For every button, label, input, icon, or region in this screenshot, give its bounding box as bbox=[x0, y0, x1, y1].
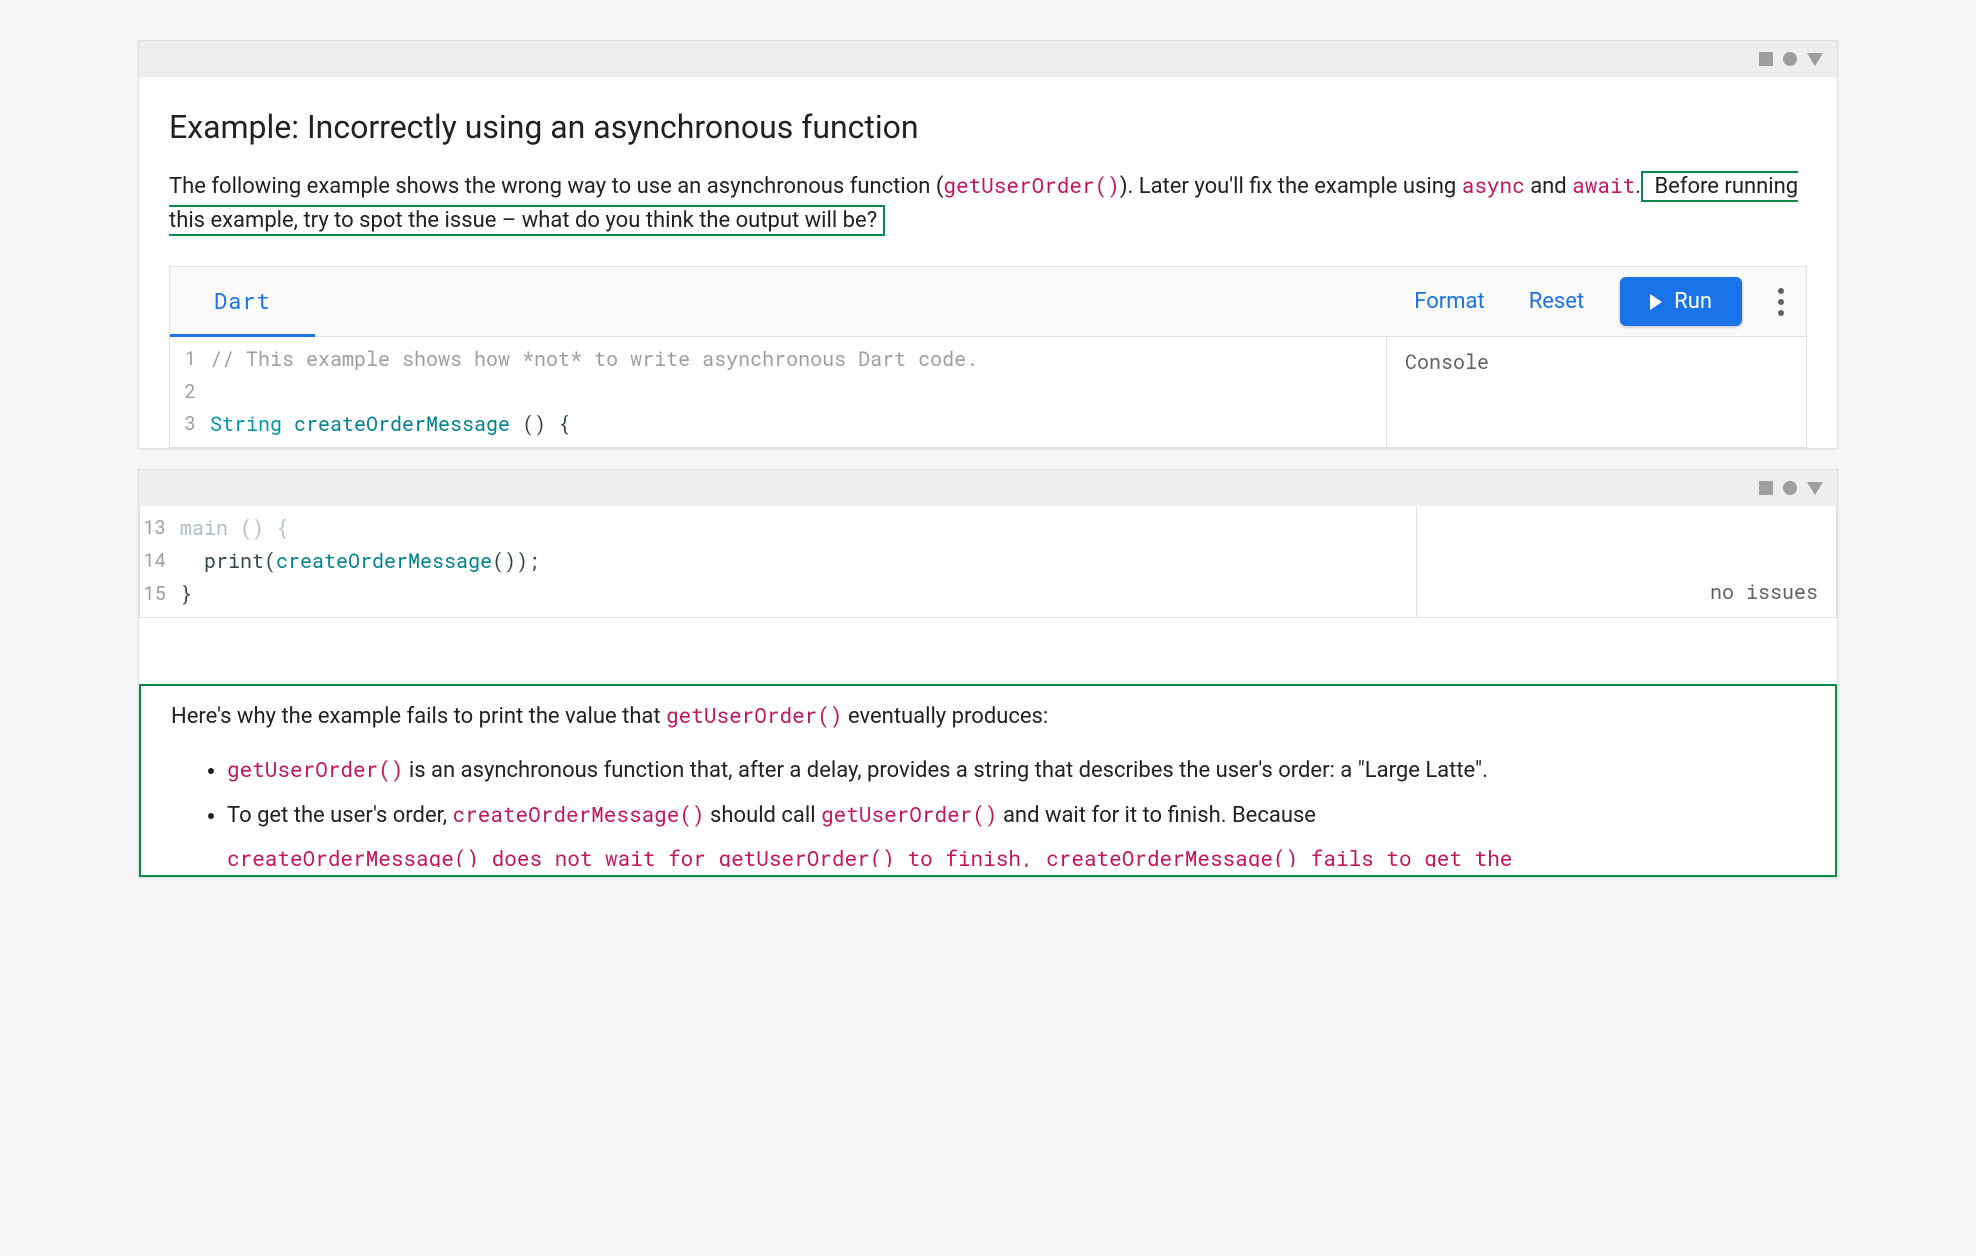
bullet-text: should call bbox=[705, 803, 821, 828]
dartpad-embed: Dart Format Reset Run 1// This example s… bbox=[169, 266, 1807, 448]
dartpad-split: 1// This example shows how *not* to writ… bbox=[170, 337, 1806, 447]
line-number: 14 bbox=[140, 545, 180, 578]
dot-icon bbox=[1778, 310, 1784, 316]
dartpad-embed: 13main () {14 print(createOrderMessage()… bbox=[139, 506, 1837, 618]
explain-text: eventually produces: bbox=[843, 704, 1049, 729]
code-content: print(createOrderMessage()); bbox=[180, 545, 540, 578]
panel-body: Example: Incorrectly using an asynchrono… bbox=[139, 77, 1837, 448]
dartpad-toolbar: Dart Format Reset Run bbox=[170, 267, 1806, 337]
section-heading: Example: Incorrectly using an asynchrono… bbox=[169, 103, 1807, 151]
issues-pane: no issues bbox=[1416, 506, 1836, 617]
intro-text: ). Later you'll fix the example using bbox=[1120, 174, 1462, 199]
run-button[interactable]: Run bbox=[1620, 277, 1742, 326]
line-number: 3 bbox=[170, 408, 210, 441]
no-issues-label: no issues bbox=[1710, 577, 1818, 607]
panel-chrome bbox=[139, 470, 1837, 506]
line-number: 1 bbox=[170, 343, 210, 376]
explain-lead: Here's why the example fails to print th… bbox=[171, 700, 1805, 733]
dropdown-icon bbox=[1807, 482, 1823, 495]
explain-text: Here's why the example fails to print th… bbox=[171, 704, 666, 729]
dot-icon bbox=[1778, 299, 1784, 305]
code-editor[interactable]: 13main () {14 print(createOrderMessage()… bbox=[140, 506, 1416, 617]
console-label: Console bbox=[1405, 349, 1489, 375]
explanation-box: Here's why the example fails to print th… bbox=[139, 684, 1837, 877]
dropdown-icon bbox=[1807, 53, 1823, 66]
dot-icon bbox=[1778, 288, 1784, 294]
line-number: 13 bbox=[140, 512, 180, 545]
stop-icon bbox=[1759, 481, 1773, 495]
stop-icon bbox=[1759, 52, 1773, 66]
run-label: Run bbox=[1674, 289, 1712, 314]
line-number: 15 bbox=[140, 578, 180, 611]
code-getuserorder: getUserOrder() bbox=[227, 755, 403, 783]
code-async: async bbox=[1462, 171, 1525, 199]
line-number: 2 bbox=[170, 376, 210, 407]
code-line: 14 print(createOrderMessage()); bbox=[140, 545, 1416, 578]
code-line: 3String createOrderMessage () { bbox=[170, 408, 1386, 441]
code-line: 1// This example shows how *not* to writ… bbox=[170, 343, 1386, 376]
play-icon bbox=[1650, 294, 1662, 310]
code-editor[interactable]: 1// This example shows how *not* to writ… bbox=[170, 337, 1386, 447]
code-content: String createOrderMessage () { bbox=[210, 408, 570, 441]
code-getuserorder: getUserOrder() bbox=[943, 171, 1119, 199]
record-icon bbox=[1783, 52, 1797, 66]
bullet-text: is an asynchronous function that, after … bbox=[403, 758, 1487, 783]
tab-dart[interactable]: Dart bbox=[170, 268, 315, 337]
reset-button[interactable]: Reset bbox=[1529, 285, 1584, 318]
list-item: To get the user's order, createOrderMess… bbox=[227, 798, 1805, 833]
dartpad-split: 13main () {14 print(createOrderMessage()… bbox=[140, 506, 1836, 617]
intro-text: and bbox=[1525, 174, 1572, 199]
console-pane: Console bbox=[1386, 337, 1806, 447]
record-icon bbox=[1783, 481, 1797, 495]
code-getuserorder: getUserOrder() bbox=[821, 800, 997, 828]
code-content: // This example shows how *not* to write… bbox=[210, 343, 978, 376]
panel-chrome bbox=[139, 41, 1837, 77]
panel-top: Example: Incorrectly using an asynchrono… bbox=[138, 40, 1838, 449]
intro-paragraph: The following example shows the wrong wa… bbox=[169, 169, 1807, 238]
panel-bottom: 13main () {14 print(createOrderMessage()… bbox=[138, 469, 1838, 878]
code-await: await bbox=[1572, 171, 1635, 199]
code-createordermessage: createOrderMessage() bbox=[453, 800, 705, 828]
cutoff-text: createOrderMessage() does not wait for g… bbox=[171, 843, 1805, 867]
list-item: getUserOrder() is an asynchronous functi… bbox=[227, 753, 1805, 788]
intro-text: The following example shows the wrong wa… bbox=[169, 174, 943, 199]
explain-list: getUserOrder() is an asynchronous functi… bbox=[171, 753, 1805, 833]
code-content: } bbox=[180, 578, 192, 611]
code-line: 15} bbox=[140, 578, 1416, 611]
code-line: 13main () { bbox=[140, 512, 1416, 545]
code-content: main () { bbox=[180, 512, 288, 545]
code-getuserorder: getUserOrder() bbox=[666, 701, 842, 729]
bullet-text: To get the user's order, bbox=[227, 803, 453, 828]
more-menu-button[interactable] bbox=[1756, 283, 1806, 321]
format-button[interactable]: Format bbox=[1414, 285, 1484, 318]
code-line: 2 bbox=[170, 376, 1386, 407]
bullet-text: and wait for it to finish. Because bbox=[998, 803, 1316, 828]
panel-body: 13main () {14 print(createOrderMessage()… bbox=[139, 506, 1837, 877]
